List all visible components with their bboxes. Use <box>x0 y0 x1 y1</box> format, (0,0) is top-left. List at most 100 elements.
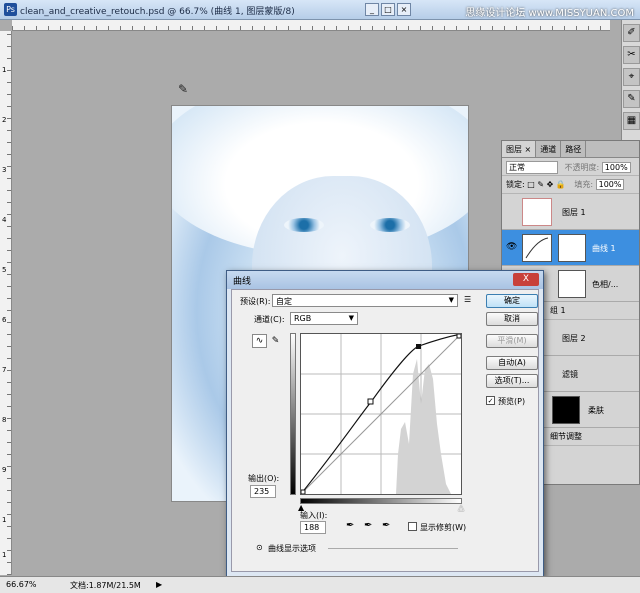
layer-mask-thumbnail <box>552 396 580 424</box>
ruler-number: 2 <box>2 116 7 124</box>
grid-tool-icon[interactable]: ▦ <box>623 112 640 130</box>
input-field[interactable]: 188 <box>300 521 326 534</box>
site-watermark: 思缘设计论坛 www.MISSYUAN.COM <box>465 8 634 19</box>
cancel-button[interactable]: 取消 <box>486 312 538 326</box>
curve-options-label[interactable]: 曲线显示选项 <box>268 543 316 554</box>
channel-value: RGB <box>294 314 312 323</box>
dialog-body: 预设(R): 自定 ▼ ☰ 通道(C): RGB ▼ ∿ ✎ ▲ △ 输出(O)… <box>231 289 539 572</box>
layer-name: 滤镜 <box>562 370 578 379</box>
eye-icon[interactable]: 👁 <box>506 242 517 252</box>
ruler-number: 8 <box>2 416 7 424</box>
fill-label: 填充: <box>574 180 594 189</box>
photoshop-doc-icon: Ps <box>4 3 17 16</box>
layer-thumbnail <box>522 198 552 226</box>
white-eyedropper-icon[interactable]: ✒ <box>382 520 390 531</box>
status-menu-arrow-icon[interactable]: ▶ <box>156 580 162 589</box>
blend-mode-select[interactable]: 正常 <box>506 161 558 174</box>
status-bar: 66.67% 文档:1.87M/21.5M ▶ <box>0 576 640 593</box>
dialog-title: 曲线 <box>233 277 252 287</box>
layer-name: 细节调整 <box>550 432 582 441</box>
opacity-label: 不透明度: <box>564 163 600 172</box>
dialog-title-bar[interactable]: 曲线 X <box>227 271 543 289</box>
opacity-field[interactable]: 100% <box>601 162 631 173</box>
gray-eyedropper-icon[interactable]: ✒ <box>364 520 372 531</box>
chevron-down-icon: ▼ <box>448 296 454 304</box>
ruler-number: 7 <box>2 366 7 374</box>
options-button[interactable]: 选项(T)... <box>486 374 538 388</box>
document-title-bar: Ps clean_and_creative_retouch.psd @ 66.7… <box>0 0 640 20</box>
curves-icon <box>525 237 549 259</box>
layer-row[interactable]: 图层 1 <box>502 194 639 230</box>
lock-icons[interactable]: □ ✎ ✥ 🔒 <box>527 180 566 189</box>
ruler-number: 5 <box>2 266 7 274</box>
layer-name: 色相/... <box>592 280 619 289</box>
ruler-number: 1 <box>2 516 7 524</box>
eye-right <box>370 218 410 232</box>
layer-name: 图层 1 <box>562 208 586 217</box>
tool-strip: ✐ ✂ ⌖ ✎ ▦ <box>621 20 640 140</box>
horizontal-ruler[interactable] <box>12 20 610 31</box>
blend-row: 正常 不透明度: 100% <box>502 158 639 176</box>
preset-value: 自定 <box>276 297 292 306</box>
divider <box>328 548 458 549</box>
window-controls: _ □ × <box>365 3 411 16</box>
white-point-slider-icon[interactable]: △ <box>458 503 464 512</box>
channel-label: 通道(C): <box>254 315 285 324</box>
show-clipping-label: 显示修剪(W) <box>420 523 467 532</box>
ruler-number: 1 <box>2 66 7 74</box>
input-label: 输入(I): <box>300 511 328 520</box>
tab-layers[interactable]: 图层 × <box>502 141 537 157</box>
curves-dialog: 曲线 X 预设(R): 自定 ▼ ☰ 通道(C): RGB ▼ ∿ ✎ ▲ △ … <box>226 270 544 577</box>
layer-name: 组 1 <box>550 306 566 315</box>
maximize-button[interactable]: □ <box>381 3 395 16</box>
expand-options-icon[interactable]: ⊙ <box>256 543 263 552</box>
ruler-number: 1 <box>2 551 7 559</box>
ruler-number: 4 <box>2 216 7 224</box>
ok-button[interactable]: 确定 <box>486 294 538 308</box>
black-eyedropper-icon[interactable]: ✒ <box>346 520 354 531</box>
curve-point-tool-icon[interactable]: ∿ <box>252 334 267 348</box>
dialog-close-button[interactable]: X <box>513 273 539 286</box>
preset-label: 预设(R): <box>240 297 271 306</box>
output-label: 输出(O): <box>248 474 280 483</box>
input-gradient-bar <box>300 498 462 504</box>
curves-graph[interactable] <box>300 333 462 495</box>
layer-name: 柔肤 <box>588 406 604 415</box>
vertical-ruler[interactable]: 1 2 3 4 5 6 7 8 9 1 1 <box>0 31 12 575</box>
lock-label: 锁定: <box>506 180 525 189</box>
scissors-tool-icon[interactable]: ✂ <box>623 46 640 64</box>
smooth-button[interactable]: 平滑(M) <box>486 334 538 348</box>
preset-select[interactable]: 自定 ▼ <box>272 294 458 307</box>
auto-button[interactable]: 自动(A) <box>486 356 538 370</box>
tab-paths[interactable]: 路径 <box>561 141 587 157</box>
fill-field[interactable]: 100% <box>595 179 625 190</box>
layers-panel-tabs: 图层 × 通道 路径 <box>502 141 639 158</box>
ruler-number: 3 <box>2 166 7 174</box>
brush-tool-icon[interactable]: ✐ <box>623 24 640 42</box>
layer-row-selected[interactable]: 👁 曲线 1 <box>502 230 639 266</box>
layer-mask-thumbnail[interactable] <box>558 234 586 262</box>
preview-checkbox[interactable]: ✓ <box>486 396 495 405</box>
minimize-button[interactable]: _ <box>365 3 379 16</box>
output-field[interactable]: 235 <box>250 485 276 498</box>
output-gradient-bar <box>290 333 296 495</box>
close-button[interactable]: × <box>397 3 411 16</box>
curves-plot <box>300 333 462 495</box>
pencil-tool-icon[interactable]: ✎ <box>623 90 640 108</box>
channel-select[interactable]: RGB ▼ <box>290 312 358 325</box>
layer-name: 图层 2 <box>562 334 586 343</box>
ruler-number: 9 <box>2 466 7 474</box>
tab-channels[interactable]: 通道 <box>536 141 562 157</box>
preset-menu-icon[interactable]: ☰ <box>464 295 471 304</box>
layer-mask-thumbnail <box>558 270 586 298</box>
pencil-tool-icon[interactable]: ✎ <box>268 334 283 348</box>
curves-adjustment-icon <box>522 234 552 262</box>
chevron-down-icon: ▼ <box>348 314 354 322</box>
lock-row: 锁定: □ ✎ ✥ 🔒 填充: 100% <box>502 176 639 194</box>
show-clipping-checkbox[interactable] <box>408 522 417 531</box>
zoom-level[interactable]: 66.67% <box>6 580 37 589</box>
ruler-number: 6 <box>2 316 7 324</box>
target-tool-icon[interactable]: ⌖ <box>623 68 640 86</box>
eyedropper-cursor-icon: ✎ <box>178 82 189 96</box>
document-title: clean_and_creative_retouch.psd @ 66.7% (… <box>20 7 295 17</box>
